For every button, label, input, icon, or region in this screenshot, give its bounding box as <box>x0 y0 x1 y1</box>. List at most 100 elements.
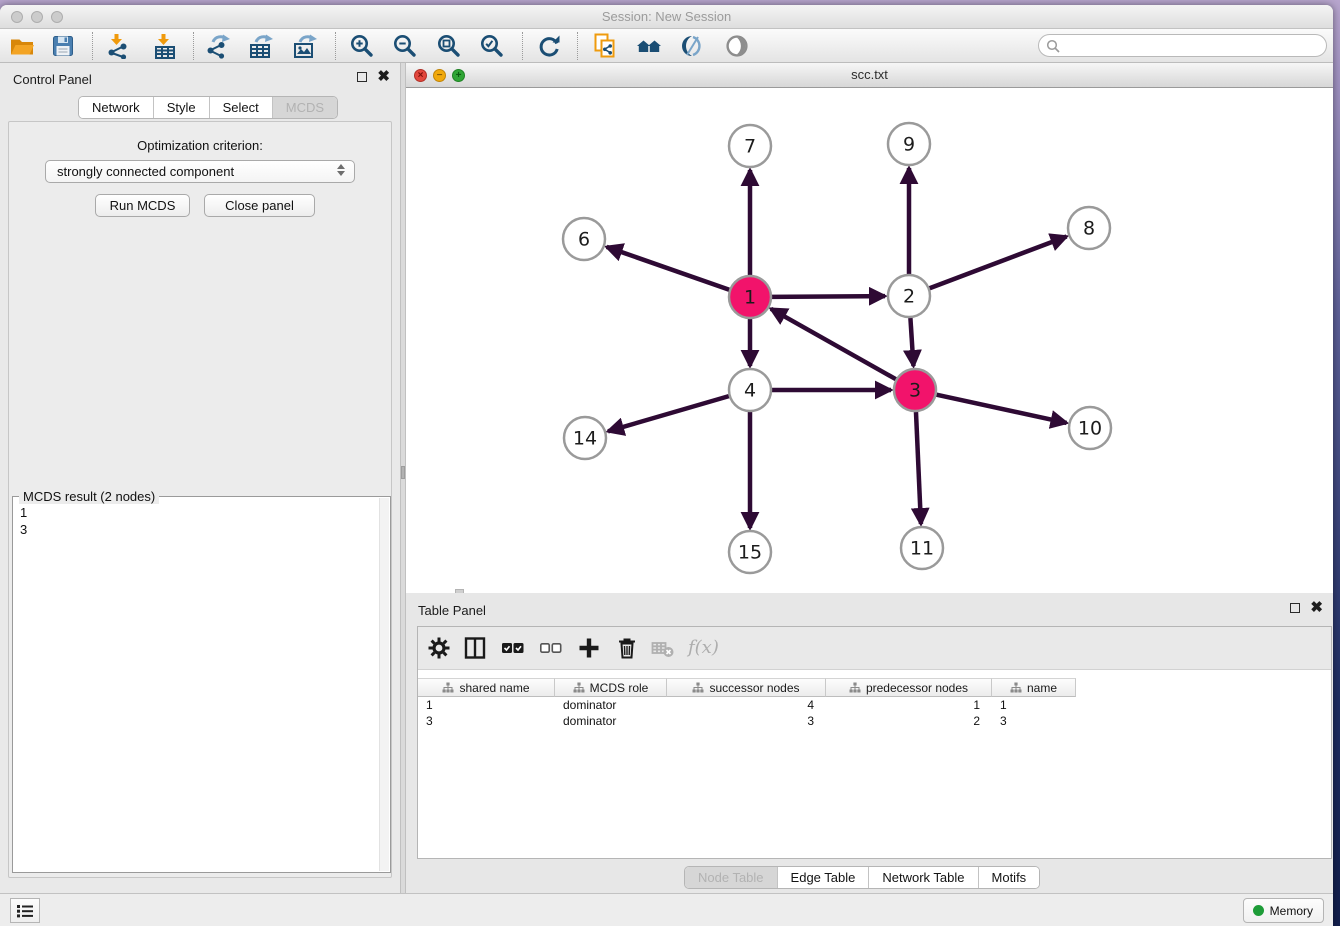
memory-status-icon <box>1253 905 1264 916</box>
table-cell-mcds-role[interactable]: dominator <box>555 697 667 713</box>
export-table-icon[interactable] <box>248 33 274 59</box>
graph-node-2[interactable]: 2 <box>888 275 930 317</box>
homes-icon[interactable] <box>636 33 662 59</box>
clone-network-icon[interactable] <box>592 33 618 59</box>
column-tree-icon <box>849 682 861 694</box>
column-header-successor-nodes[interactable]: successor nodes <box>667 678 826 697</box>
zoom-selected-icon[interactable] <box>479 33 505 59</box>
table-cell-name[interactable]: 1 <box>992 697 1076 713</box>
network-graph: 7 9 6 8 1 2 4 3 14 10 15 11 <box>406 88 1333 593</box>
graph-node-4[interactable]: 4 <box>729 369 771 411</box>
zoom-fit-icon[interactable] <box>436 33 462 59</box>
graph-node-7[interactable]: 7 <box>729 125 771 167</box>
zoom-in-icon[interactable] <box>349 33 375 59</box>
table-cell-mcds-role[interactable]: dominator <box>555 713 667 729</box>
table-panel: Table Panel ✖ f(x) shared nameMCDS rol <box>406 593 1333 893</box>
tab-node-table[interactable]: Node Table <box>685 867 778 888</box>
tab-edge-table[interactable]: Edge Table <box>778 867 870 888</box>
open-session-icon[interactable] <box>9 33 35 59</box>
save-session-icon[interactable] <box>50 33 76 59</box>
tab-mcds[interactable]: MCDS <box>273 97 337 118</box>
brush-circle-icon[interactable] <box>679 33 705 59</box>
table-toolbar: f(x) <box>418 627 1331 670</box>
close-window-button[interactable] <box>11 11 23 23</box>
graph-node-9[interactable]: 9 <box>888 123 930 165</box>
close-panel-button[interactable]: Close panel <box>204 194 315 217</box>
graph-node-10[interactable]: 10 <box>1069 407 1111 449</box>
table-cell-name[interactable]: 3 <box>992 713 1076 729</box>
import-table-icon[interactable] <box>152 33 178 59</box>
graph-edge-1-6[interactable] <box>607 247 730 290</box>
task-history-button[interactable] <box>10 898 40 923</box>
float-panel-icon[interactable] <box>357 72 367 82</box>
mcds-result-title: MCDS result (2 nodes) <box>19 489 159 504</box>
zoom-window-button[interactable] <box>51 11 63 23</box>
graph-edge-4-14[interactable] <box>608 396 729 431</box>
eye-icon[interactable] <box>724 33 750 59</box>
close-panel-icon[interactable]: ✖ <box>377 72 390 82</box>
table-cell-shared-name[interactable]: 3 <box>418 713 555 729</box>
tab-motifs[interactable]: Motifs <box>979 867 1040 888</box>
delete-column-icon[interactable] <box>614 635 640 661</box>
memory-button[interactable]: Memory <box>1243 898 1324 923</box>
split-columns-icon[interactable] <box>462 635 488 661</box>
graph-edge-3-10[interactable] <box>936 395 1066 423</box>
export-image-icon[interactable] <box>292 33 318 59</box>
graph-node-3[interactable]: 3 <box>894 369 936 411</box>
graph-edge-2-3[interactable] <box>910 318 913 366</box>
tab-style[interactable]: Style <box>154 97 210 118</box>
column-header-predecessor-nodes[interactable]: predecessor nodes <box>826 678 992 697</box>
graph-node-1[interactable]: 1 <box>729 276 771 318</box>
settings-gear-icon[interactable] <box>426 635 452 661</box>
table-cell-predecessor-nodes[interactable]: 1 <box>826 697 992 713</box>
graph-edge-3-11[interactable] <box>916 412 921 524</box>
zoom-out-icon[interactable] <box>392 33 418 59</box>
application-window: Session: New Session Control Panel <box>0 5 1333 926</box>
table-cell-successor-nodes[interactable]: 3 <box>667 713 826 729</box>
refresh-layout-icon[interactable] <box>536 33 562 59</box>
table-cell-predecessor-nodes[interactable]: 2 <box>826 713 992 729</box>
import-network-icon[interactable] <box>105 33 131 59</box>
svg-text:6: 6 <box>578 229 590 251</box>
export-network-icon[interactable] <box>205 33 231 59</box>
toolbar-separator <box>522 32 523 60</box>
main-area: Control Panel ✖ NetworkStyleSelectMCDS O… <box>0 63 1333 893</box>
frame-maximize-button[interactable]: + <box>452 69 465 82</box>
graph-node-15[interactable]: 15 <box>729 531 771 573</box>
result-scrollbar[interactable] <box>379 498 389 871</box>
close-panel-icon[interactable]: ✖ <box>1310 603 1323 613</box>
frame-close-button[interactable]: × <box>414 69 427 82</box>
svg-text:2: 2 <box>903 286 915 308</box>
column-header-name[interactable]: name <box>992 678 1076 697</box>
float-panel-icon[interactable] <box>1290 603 1300 613</box>
graph-node-14[interactable]: 14 <box>564 417 606 459</box>
table-row[interactable]: 3dominator323 <box>418 713 1076 729</box>
table-cell-successor-nodes[interactable]: 4 <box>667 697 826 713</box>
graph-edge-1-2[interactable] <box>772 296 885 297</box>
tab-network[interactable]: Network <box>79 97 154 118</box>
criterion-select[interactable]: strongly connected component <box>45 160 355 183</box>
graph-node-6[interactable]: 6 <box>563 218 605 260</box>
graph-node-8[interactable]: 8 <box>1068 207 1110 249</box>
graph-edge-2-8[interactable] <box>930 236 1067 288</box>
graph-node-11[interactable]: 11 <box>901 527 943 569</box>
search-input[interactable] <box>1064 36 1319 55</box>
table-row[interactable]: 1dominator411 <box>418 697 1076 713</box>
select-all-icon[interactable] <box>499 635 525 661</box>
frame-minimize-button[interactable]: − <box>433 69 446 82</box>
column-label: MCDS role <box>590 681 649 695</box>
tab-network-table[interactable]: Network Table <box>869 867 978 888</box>
minimize-window-button[interactable] <box>31 11 43 23</box>
table-cell-shared-name[interactable]: 1 <box>418 697 555 713</box>
mcds-result-text[interactable]: 1 3 <box>20 504 27 538</box>
control-panel-tabs: NetworkStyleSelectMCDS <box>78 96 338 119</box>
add-column-icon[interactable] <box>576 635 602 661</box>
network-canvas[interactable]: 7 9 6 8 1 2 4 3 14 10 15 11 <box>406 88 1333 593</box>
column-header-shared-name[interactable]: shared name <box>418 678 555 697</box>
deselect-all-icon[interactable] <box>537 635 563 661</box>
graph-edge-3-1[interactable] <box>771 309 896 379</box>
run-mcds-button[interactable]: Run MCDS <box>95 194 190 217</box>
tab-select[interactable]: Select <box>210 97 273 118</box>
column-header-mcds-role[interactable]: MCDS role <box>555 678 667 697</box>
splitter-handle[interactable] <box>401 466 405 479</box>
